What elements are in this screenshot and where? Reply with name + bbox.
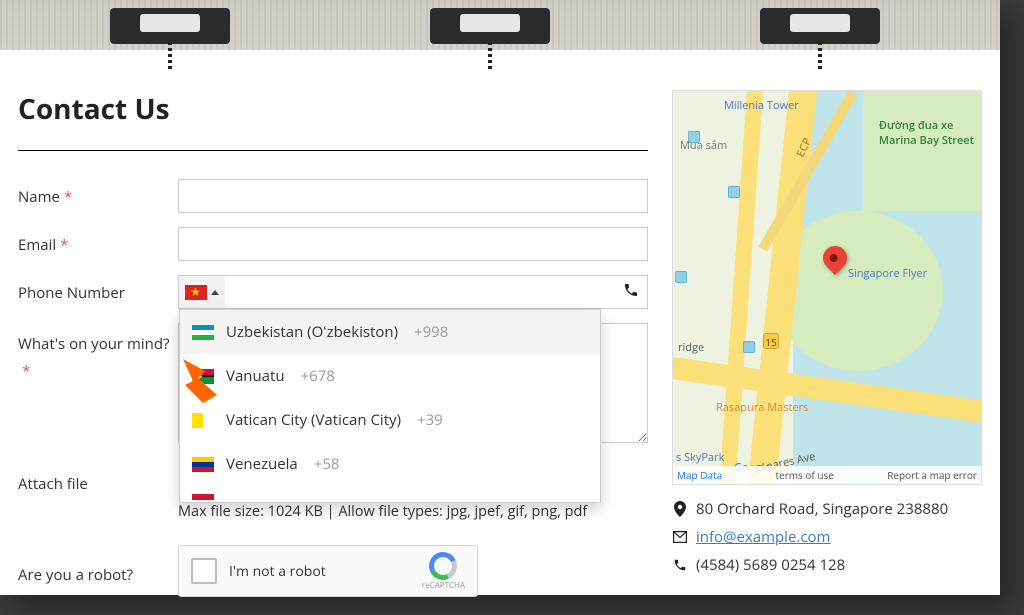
- contact-info: 80 Orchard Road, Singapore 238880 info@e…: [672, 499, 982, 575]
- map-poi-rasapura[interactable]: Rasapura Masters: [713, 399, 811, 416]
- map-marker-icon: [672, 501, 688, 517]
- recaptcha-widget[interactable]: I'm not a robot reCAPTCHA: [178, 545, 478, 597]
- page-title: Contact Us: [18, 90, 648, 128]
- map-report-link[interactable]: Report a map error: [887, 468, 977, 482]
- country-option-venezuela[interactable]: Venezuela +58: [180, 442, 600, 486]
- country-option-vatican[interactable]: Vatican City (Vatican City) +39: [180, 398, 600, 442]
- country-option-uzbekistan[interactable]: Uzbekistan (Oʻzbekiston) +998: [180, 310, 600, 354]
- vanuatu-flag-icon: [192, 369, 214, 384]
- robot-label: Are you a robot?: [18, 557, 178, 585]
- partial-flag-icon: [192, 494, 214, 500]
- email-label: Email*: [18, 227, 178, 255]
- phone-label: Phone Number: [18, 275, 178, 303]
- vietnam-flag-icon: [185, 285, 207, 300]
- name-label: Name*: [18, 179, 178, 207]
- name-input[interactable]: [178, 179, 648, 213]
- country-option-vanuatu[interactable]: Vanuatu +678: [180, 354, 600, 398]
- recaptcha-spinner-icon: [426, 548, 462, 584]
- caret-up-icon: [211, 290, 219, 295]
- map-poi-track[interactable]: Đường đua xeMarina Bay Street: [876, 117, 977, 149]
- uzbekistan-flag-icon: [192, 325, 214, 340]
- map-attribution-bar: Map Data terms of use Report a map error: [673, 466, 981, 484]
- country-dropdown: Uzbekistan (Oʻzbekiston) +998 Vanuatu +6…: [179, 309, 601, 503]
- venezuela-flag-icon: [192, 457, 214, 472]
- map-poi-flyer[interactable]: Singapore Flyer: [845, 265, 930, 282]
- attach-hint: Max file size: 1024 KB | Allow file type…: [178, 502, 648, 521]
- envelope-icon: [672, 531, 688, 543]
- required-marker: *: [64, 187, 72, 207]
- title-separator: [18, 150, 648, 151]
- recaptcha-logo: reCAPTCHA: [422, 552, 465, 591]
- map-terms-link[interactable]: terms of use: [776, 468, 834, 482]
- phone-input[interactable]: [225, 276, 647, 308]
- contact-email-link[interactable]: info@example.com: [696, 527, 830, 547]
- country-code-toggle[interactable]: [179, 276, 225, 308]
- vatican-flag-icon: [192, 413, 214, 428]
- mind-label: What's on your mind?*: [18, 323, 178, 385]
- recaptcha-label: I'm not a robot: [229, 562, 326, 581]
- map-route-badge: 15: [763, 333, 779, 349]
- map-data-link[interactable]: Map Data: [677, 468, 722, 482]
- email-input[interactable]: [178, 227, 648, 261]
- recaptcha-checkbox[interactable]: [191, 558, 217, 584]
- hero-banner: [0, 0, 1000, 50]
- attach-label: Attach file: [18, 466, 178, 494]
- phone-handset-icon: [672, 558, 688, 572]
- map-poi-skypark[interactable]: s SkyPark: [673, 449, 727, 466]
- map-label-ridge: ridge: [675, 339, 707, 356]
- map-label-mua: Mua sắm: [677, 137, 730, 154]
- country-option-partial[interactable]: [180, 486, 600, 502]
- map-poi-millenia[interactable]: Millenia Tower: [721, 97, 802, 114]
- location-map[interactable]: Millenia Tower Mua sắm ECP Đường đua xeM…: [672, 90, 982, 485]
- contact-address: 80 Orchard Road, Singapore 238880: [696, 499, 948, 519]
- contact-phone: (4584) 5689 0254 128: [696, 555, 845, 575]
- phone-icon: [623, 281, 639, 303]
